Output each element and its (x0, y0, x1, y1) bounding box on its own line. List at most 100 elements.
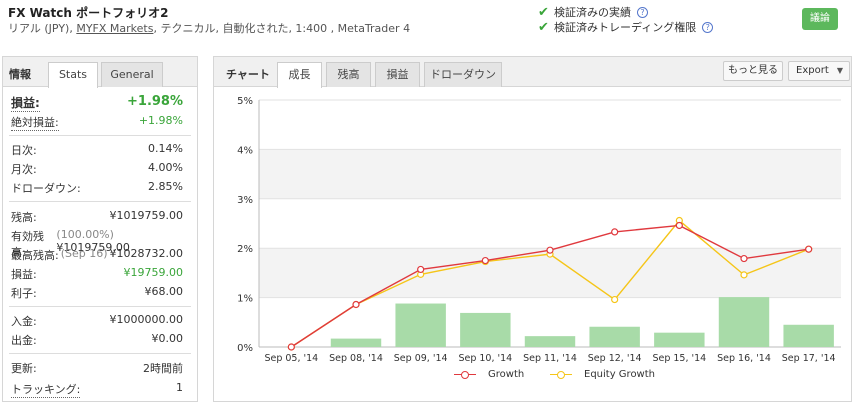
legend-growth-label: Growth (488, 369, 525, 380)
interest-row: 利子: ¥68.00 (11, 285, 183, 301)
tab-general[interactable]: General (101, 62, 163, 87)
interest-value: ¥68.00 (144, 285, 184, 298)
abs-gain-value: +1.98% (138, 114, 183, 127)
deposits-label: 入金: (11, 315, 37, 328)
x-tick-label: Sep 16, '14 (717, 353, 771, 364)
monthly-row: 月次: 4.00% (11, 161, 183, 177)
x-tick-label: Sep 17, '14 (782, 353, 836, 364)
y-tick-label: 4% (237, 145, 253, 156)
verified-track-record: ✔ 検証済みの実績 ? (538, 4, 648, 20)
legend-equity-growth[interactable]: Equity Growth (550, 369, 655, 380)
verified-trading-privileges-label: 検証済みトレーディング権限 (554, 21, 697, 34)
growth-point (352, 300, 360, 309)
growth-point (481, 256, 489, 265)
tab-growth[interactable]: 成長 (277, 62, 322, 88)
highest-row: 最高残高: (Sep 16) ¥1028732.00 (11, 247, 183, 263)
more-button[interactable]: もっと見る (723, 61, 783, 81)
tab-balance[interactable]: 残高 (326, 62, 371, 87)
broker-link[interactable]: MYFX Markets (76, 22, 153, 35)
growth-point (546, 246, 554, 254)
export-label: Export (796, 65, 829, 76)
daily-bar (589, 326, 640, 347)
highest-value: ¥1028732.00 (109, 247, 183, 260)
gain-label[interactable]: 損益: (11, 94, 40, 112)
page-title: FX Watch ポートフォリオ2 (8, 6, 169, 20)
check-icon: ✔ (538, 19, 549, 35)
tab-profit[interactable]: 損益 (375, 62, 420, 87)
growth-point (417, 265, 425, 274)
growth-point (287, 343, 295, 351)
daily-bar (330, 338, 382, 347)
help-icon[interactable]: ? (702, 21, 714, 33)
profit-label: 損益: (11, 268, 37, 281)
divider (9, 201, 191, 202)
x-tick-label: Sep 09, '14 (394, 353, 448, 364)
y-tick-label: 2% (237, 244, 253, 255)
discuss-button[interactable]: 議論 (802, 8, 838, 30)
growth-point (805, 245, 813, 253)
chevron-down-icon: ▼ (836, 66, 843, 75)
tab-drawdown[interactable]: ドローダウン (424, 62, 502, 87)
growth-point (611, 228, 619, 236)
equity-growth-point (740, 271, 748, 279)
equity-note: (100.00%) (56, 228, 114, 241)
interest-label: 利子: (11, 287, 37, 300)
tracking-label[interactable]: トラッキング: (11, 381, 81, 398)
daily-value: 0.14% (148, 142, 183, 155)
withdrawals-row: 出金: ¥0.00 (11, 332, 183, 348)
verified-trading-privileges: ✔ 検証済みトレーディング権限 ? (538, 19, 714, 35)
export-dropdown[interactable]: Export ▼ (788, 61, 850, 81)
daily-bar (718, 297, 770, 347)
y-tick-label: 3% (237, 195, 253, 206)
tracking-row: トラッキング: 1 (11, 381, 183, 398)
verified-track-record-label: 検証済みの実績 (554, 6, 631, 19)
info-heading: 情報 (9, 68, 31, 81)
legend-growth-swatch (454, 370, 476, 380)
updated-label: 更新: (11, 362, 37, 375)
tab-stats[interactable]: Stats (48, 62, 98, 88)
x-tick-label: Sep 12, '14 (588, 353, 642, 364)
subtitle-prefix: リアル (JPY), (8, 22, 77, 35)
balance-value: ¥1019759.00 (109, 209, 183, 222)
equity-growth-point (611, 295, 619, 304)
daily-bar (460, 312, 511, 347)
x-tick-label: Sep 08, '14 (329, 353, 383, 364)
tracking-value: 1 (176, 381, 183, 394)
legend-equity-swatch (550, 370, 572, 380)
legend-growth[interactable]: Growth (454, 369, 524, 380)
updated-value: 2時間前 (143, 362, 183, 375)
divider (9, 306, 191, 307)
gain-value: +1.98% (127, 94, 183, 109)
grid-band (259, 149, 841, 199)
x-tick-label: Sep 11, '14 (523, 353, 577, 364)
monthly-value: 4.00% (148, 161, 183, 174)
check-icon: ✔ (538, 4, 549, 20)
y-tick-label: 1% (237, 294, 253, 305)
daily-bar (654, 332, 705, 347)
divider (9, 135, 191, 136)
growth-point (740, 254, 748, 263)
daily-bar (524, 336, 576, 347)
stats-panel-tabs: 情報 Stats General (3, 57, 197, 88)
x-tick-label: Sep 15, '14 (652, 353, 706, 364)
y-tick-label: 0% (237, 343, 253, 354)
daily-bar (395, 303, 446, 347)
daily-row: 日次: 0.14% (11, 142, 183, 158)
help-icon[interactable]: ? (637, 6, 648, 18)
gain-row: 損益: +1.98% (11, 94, 183, 112)
drawdown-row: ドローダウン: 2.85% (11, 180, 183, 196)
chart-heading: チャート (226, 68, 270, 81)
deposits-value: ¥1000000.00 (109, 313, 183, 326)
subtitle-suffix: , テクニカル, 自動化された, 1:400 , MetaTrader 4 (153, 22, 411, 35)
drawdown-label: ドローダウン: (11, 182, 81, 195)
updated-row: 更新: 2時間前 (11, 360, 183, 376)
stats-panel: 情報 Stats General 損益: +1.98% 絶対損益: +1.98%… (2, 56, 198, 402)
legend-equity-label: Equity Growth (584, 369, 655, 380)
abs-gain-label[interactable]: 絶対損益: (11, 114, 59, 131)
profit-row: 損益: ¥19759.00 (11, 266, 183, 282)
deposits-row: 入金: ¥1000000.00 (11, 313, 183, 329)
growth-chart: 0% 1% 2% 3% 4% 5% Sep 05, '14 Sep 08, '14 Sep 09… (237, 96, 841, 364)
highest-label: 最高残高: (11, 249, 59, 262)
divider (9, 353, 191, 354)
x-tick-label: Sep 05, '14 (264, 353, 318, 364)
